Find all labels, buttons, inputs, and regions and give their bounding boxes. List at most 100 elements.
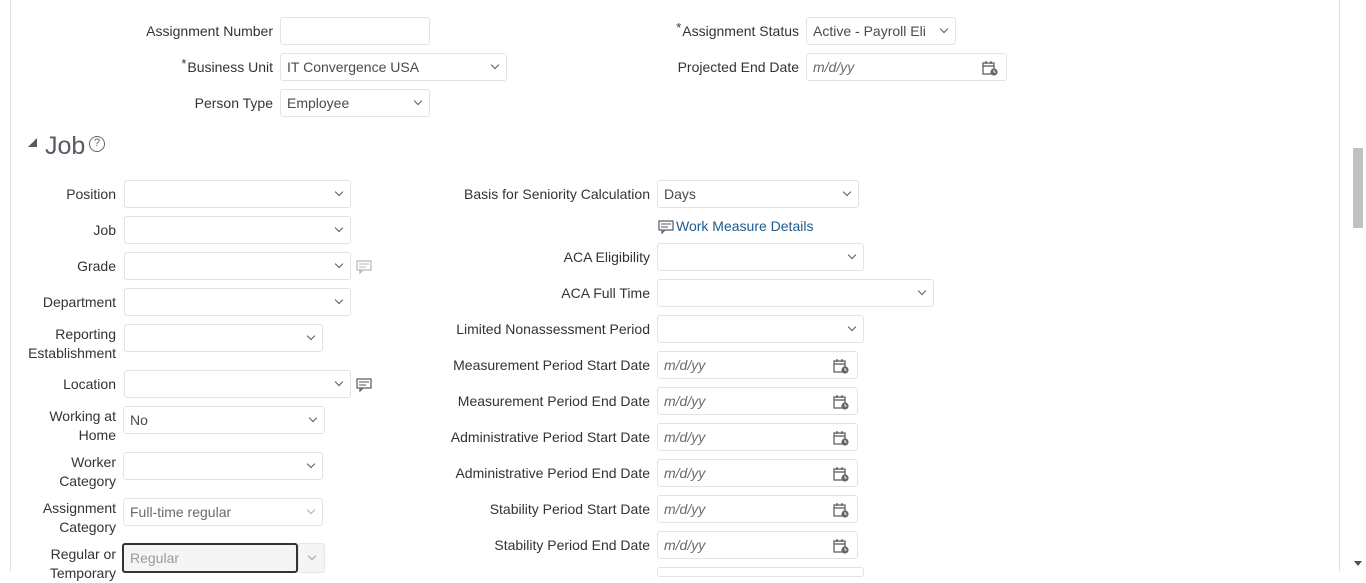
aca-full-time-select[interactable] xyxy=(657,279,934,307)
aca-eligibility-label: ACA Eligibility xyxy=(563,249,650,265)
projected-end-date-label: Projected End Date xyxy=(677,59,799,75)
stability-end-label: Stability Period End Date xyxy=(494,537,650,553)
business-unit-label: *Business Unit xyxy=(100,56,273,77)
job-label: Job xyxy=(93,222,116,238)
stability-end-placeholder: m/d/yy xyxy=(664,537,706,553)
reporting-establishment-select[interactable] xyxy=(124,324,323,352)
scroll-down-arrow-icon[interactable] xyxy=(1354,561,1362,566)
job-select[interactable] xyxy=(124,216,351,244)
aca-full-time-label: ACA Full Time xyxy=(561,285,650,301)
next-field-partial[interactable] xyxy=(657,567,864,577)
chevron-down-icon xyxy=(334,295,344,305)
chevron-down-icon xyxy=(334,377,344,387)
limited-nonassessment-select[interactable] xyxy=(657,315,864,343)
chevron-down-icon xyxy=(306,505,316,515)
chevron-down-icon xyxy=(306,459,316,469)
administrative-start-input[interactable]: m/d/yy xyxy=(657,423,858,451)
grade-label: Grade xyxy=(77,258,116,274)
chevron-down-icon xyxy=(917,286,927,296)
business-unit-label-text: Business Unit xyxy=(187,59,273,75)
regular-or-temporary-select[interactable]: Regular xyxy=(122,543,298,573)
job-section-title: Job xyxy=(45,132,86,160)
chevron-down-icon xyxy=(334,259,344,269)
location-label: Location xyxy=(63,376,116,392)
department-label: Department xyxy=(42,294,116,310)
calendar-icon[interactable] xyxy=(833,538,849,554)
calendar-icon[interactable] xyxy=(982,60,998,76)
person-type-select[interactable]: Employee xyxy=(280,89,430,117)
details-icon[interactable] xyxy=(356,260,372,274)
regular-or-temporary-label: Regular or Temporary xyxy=(49,546,116,581)
chevron-down-icon xyxy=(334,187,344,197)
worker-category-select[interactable] xyxy=(123,452,323,480)
assignment-number-input[interactable] xyxy=(280,17,430,45)
work-measure-details-link[interactable]: Work Measure Details xyxy=(676,217,813,236)
measurement-start-placeholder: m/d/yy xyxy=(664,357,706,373)
person-type-label: Person Type xyxy=(194,95,273,111)
stability-start-placeholder: m/d/yy xyxy=(664,501,706,517)
assignment-status-label: *Assignment Status xyxy=(620,20,799,41)
collapse-triangle-icon[interactable] xyxy=(28,138,37,147)
chevron-down-icon xyxy=(490,60,500,70)
help-icon[interactable]: ? xyxy=(89,136,105,152)
limited-nonassessment-label: Limited Nonassessment Period xyxy=(456,321,650,337)
chevron-down-icon xyxy=(307,551,317,561)
working-at-home-value: No xyxy=(130,412,148,428)
administrative-start-placeholder: m/d/yy xyxy=(664,429,706,445)
assignment-status-label-text: Assignment Status xyxy=(682,23,799,39)
regular-or-temporary-value: Regular xyxy=(130,550,180,566)
stability-start-input[interactable]: m/d/yy xyxy=(657,495,858,523)
business-unit-select[interactable]: IT Convergence USA xyxy=(280,53,507,81)
aca-eligibility-select[interactable] xyxy=(657,243,864,271)
projected-end-date-input[interactable]: m/d/yy xyxy=(806,53,1007,81)
location-select[interactable] xyxy=(124,370,351,398)
basis-for-seniority-select[interactable]: Days xyxy=(657,180,859,208)
department-select[interactable] xyxy=(124,288,351,316)
measurement-start-input[interactable]: m/d/yy xyxy=(657,351,858,379)
basis-for-seniority-label: Basis for Seniority Calculation xyxy=(464,186,650,202)
chevron-down-icon xyxy=(306,331,316,341)
measurement-end-input[interactable]: m/d/yy xyxy=(657,387,858,415)
calendar-icon[interactable] xyxy=(833,430,849,446)
measurement-end-placeholder: m/d/yy xyxy=(664,393,706,409)
assignment-category-select[interactable]: Full-time regular xyxy=(123,498,323,526)
details-icon xyxy=(658,220,674,234)
calendar-icon[interactable] xyxy=(833,394,849,410)
stability-end-input[interactable]: m/d/yy xyxy=(657,531,858,559)
calendar-icon[interactable] xyxy=(833,466,849,482)
chevron-down-icon xyxy=(334,223,344,233)
assignment-category-label: Assignment Category xyxy=(42,500,116,535)
worker-category-label: Worker Category xyxy=(59,454,116,489)
administrative-start-label: Administrative Period Start Date xyxy=(450,429,650,445)
assignment-status-value: Active - Payroll Eli xyxy=(813,23,926,39)
chevron-down-icon xyxy=(847,322,857,332)
assignment-number-label: Assignment Number xyxy=(146,23,273,39)
chevron-down-icon xyxy=(847,250,857,260)
position-label: Position xyxy=(66,186,116,202)
scrollbar-thumb[interactable] xyxy=(1353,148,1363,228)
chevron-down-icon xyxy=(842,187,852,197)
regular-or-temporary-dropdown-button[interactable] xyxy=(298,543,325,573)
business-unit-value: IT Convergence USA xyxy=(287,59,420,75)
calendar-icon[interactable] xyxy=(833,358,849,374)
working-at-home-label: Working at Home xyxy=(49,408,116,443)
required-marker: * xyxy=(181,56,187,71)
position-select[interactable] xyxy=(124,180,351,208)
grade-select[interactable] xyxy=(124,252,351,280)
administrative-end-placeholder: m/d/yy xyxy=(664,465,706,481)
stability-start-label: Stability Period Start Date xyxy=(489,501,650,517)
chevron-down-icon xyxy=(308,413,318,423)
administrative-end-label: Administrative Period End Date xyxy=(455,465,650,481)
projected-end-date-placeholder: m/d/yy xyxy=(813,59,855,75)
working-at-home-select[interactable]: No xyxy=(123,406,325,434)
vertical-scrollbar[interactable] xyxy=(1349,0,1366,572)
details-icon[interactable] xyxy=(356,378,372,392)
assignment-category-value: Full-time regular xyxy=(130,504,232,520)
chevron-down-icon xyxy=(413,96,423,106)
measurement-end-label: Measurement Period End Date xyxy=(457,393,650,409)
basis-for-seniority-value: Days xyxy=(664,186,696,202)
administrative-end-input[interactable]: m/d/yy xyxy=(657,459,858,487)
assignment-status-select[interactable]: Active - Payroll Eli xyxy=(806,17,956,45)
person-type-value: Employee xyxy=(287,95,350,111)
calendar-icon[interactable] xyxy=(833,502,849,518)
